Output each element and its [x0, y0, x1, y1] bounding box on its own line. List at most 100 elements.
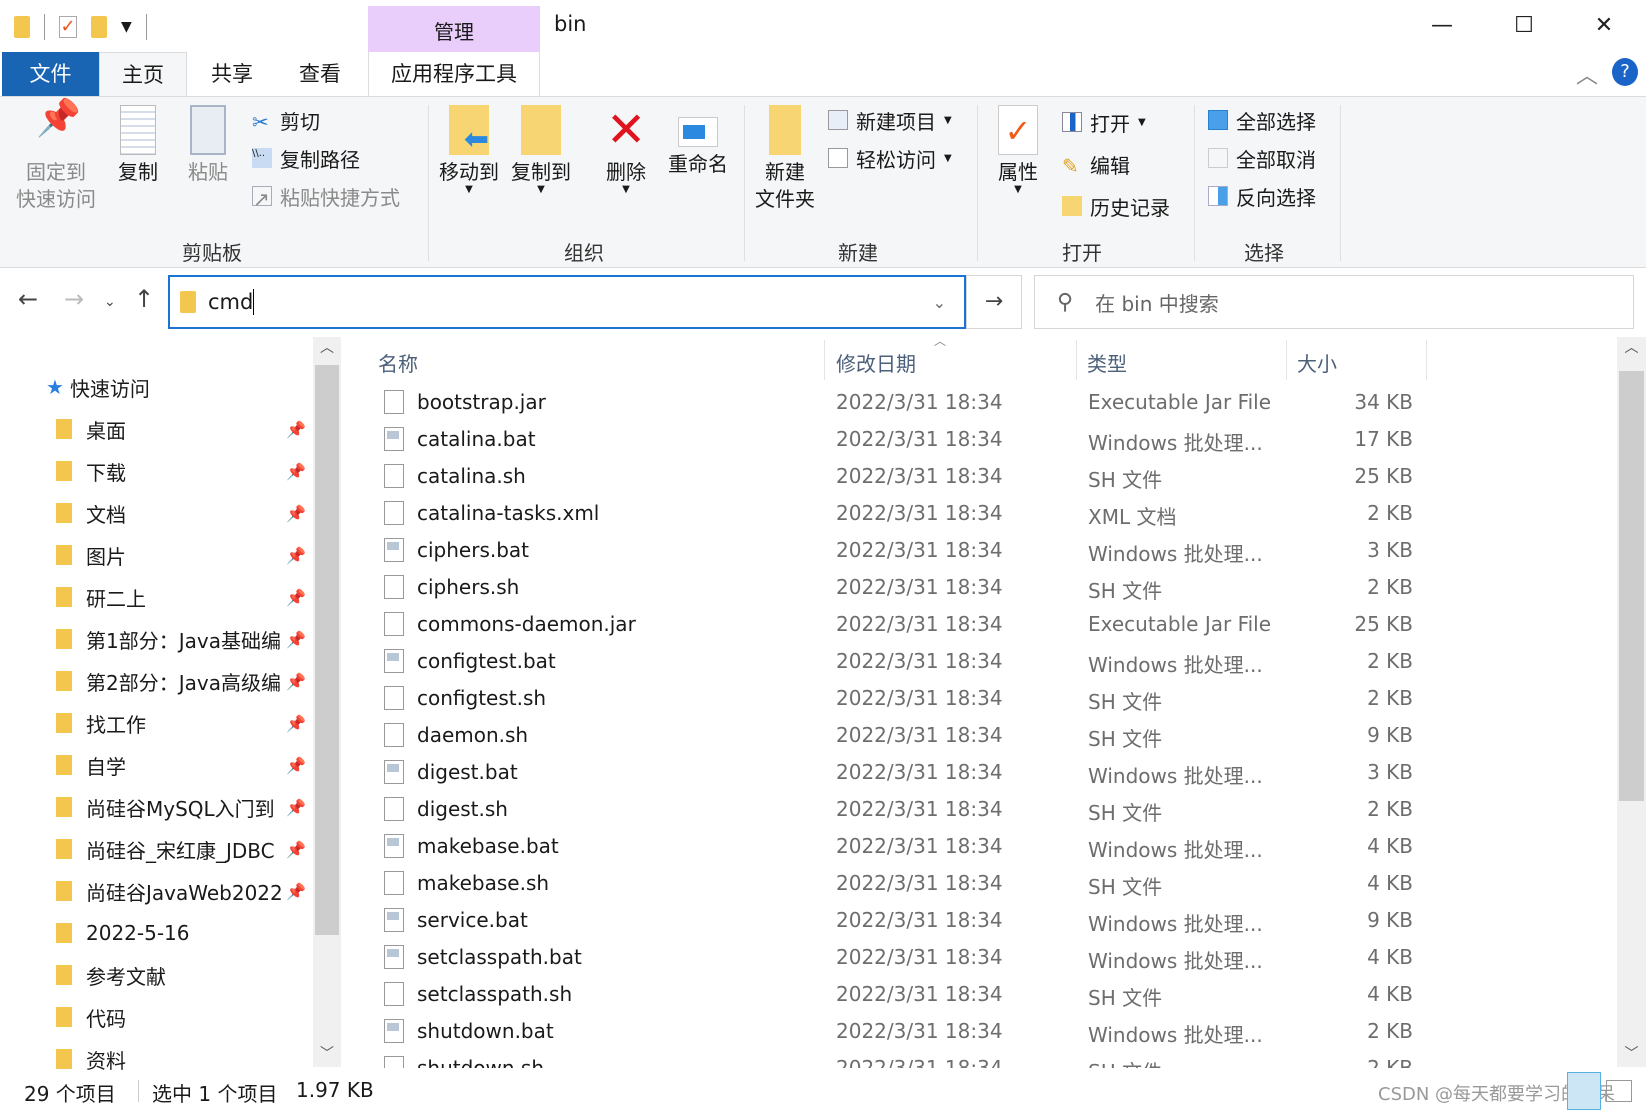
- pin-icon[interactable]: 📌: [286, 714, 306, 733]
- file-row[interactable]: makebase.bat 2022/3/31 18:34 Windows 批处理..…: [378, 828, 1458, 865]
- collapse-ribbon-icon[interactable]: ︿: [1576, 58, 1598, 90]
- column-type[interactable]: 类型: [1087, 348, 1127, 377]
- file-row[interactable]: shutdown.bat 2022/3/31 18:34 Windows 批处理..…: [378, 1013, 1458, 1050]
- pin-icon[interactable]: 📌: [286, 798, 306, 817]
- pin-icon[interactable]: 📌: [286, 420, 306, 439]
- close-button[interactable]: ✕: [1574, 6, 1634, 46]
- sidebar-item[interactable]: 图片 📌: [0, 535, 313, 575]
- address-bar[interactable]: cmd ⌄: [168, 275, 966, 329]
- column-size[interactable]: 大小: [1297, 348, 1337, 377]
- details-view-button[interactable]: [1567, 1072, 1601, 1110]
- file-row[interactable]: shutdown.sh 2022/3/31 18:34 SH 文件 2 KB: [378, 1050, 1458, 1068]
- tab-view[interactable]: 查看: [280, 52, 360, 96]
- sidebar-item[interactable]: 研二上 📌: [0, 577, 313, 617]
- pin-quick-access-button[interactable]: 📌 固定到 快速访问: [8, 97, 104, 213]
- sidebar-item[interactable]: 尚硅谷_宋红康_JDBC 📌: [0, 829, 313, 869]
- sidebar-item[interactable]: 下载 📌: [0, 451, 313, 491]
- tab-file[interactable]: 文件: [2, 52, 99, 96]
- help-icon[interactable]: ?: [1612, 58, 1638, 86]
- sidebar-scrollbar[interactable]: ︿ ﹀: [313, 337, 341, 1067]
- sidebar-item[interactable]: 代码: [0, 997, 313, 1037]
- file-list-scroll-thumb[interactable]: [1619, 371, 1644, 801]
- sidebar-item[interactable]: 尚硅谷MySQL入门到 📌: [0, 787, 313, 827]
- file-row[interactable]: service.bat 2022/3/31 18:34 Windows 批处理...…: [378, 902, 1458, 939]
- large-icons-view-button[interactable]: [1606, 1080, 1632, 1102]
- sidebar-item[interactable]: 找工作 📌: [0, 703, 313, 743]
- sidebar-item[interactable]: 第2部分：Java高级编 📌: [0, 661, 313, 701]
- easy-access-button[interactable]: 轻松访问 ▼: [828, 141, 952, 175]
- sidebar-item[interactable]: 2022-5-16: [0, 913, 313, 953]
- file-row[interactable]: ciphers.sh 2022/3/31 18:34 SH 文件 2 KB: [378, 569, 1458, 606]
- history-button[interactable]: 历史记录: [1062, 189, 1170, 223]
- tab-home[interactable]: 主页: [99, 52, 187, 97]
- sidebar-item[interactable]: ★ 快速访问: [0, 367, 313, 407]
- file-row[interactable]: catalina.bat 2022/3/31 18:34 Windows 批处理..…: [378, 421, 1458, 458]
- cut-button[interactable]: ✂ 剪切: [252, 103, 320, 137]
- file-row[interactable]: configtest.bat 2022/3/31 18:34 Windows 批处理…: [378, 643, 1458, 680]
- open-button[interactable]: 打开 ▼: [1062, 105, 1146, 139]
- file-row[interactable]: makebase.sh 2022/3/31 18:34 SH 文件 4 KB: [378, 865, 1458, 902]
- sidebar-item[interactable]: 自学 📌: [0, 745, 313, 785]
- properties-icon[interactable]: ✓: [59, 16, 77, 38]
- column-date[interactable]: 修改日期: [836, 348, 916, 377]
- paste-shortcut-button[interactable]: ↗ 粘贴快捷方式: [252, 179, 400, 213]
- copy-to-button[interactable]: 复制到 ▼: [506, 97, 576, 195]
- sidebar-item[interactable]: 文档 📌: [0, 493, 313, 533]
- maximize-button[interactable]: ☐: [1494, 6, 1554, 46]
- rename-button[interactable]: 重命名: [664, 97, 732, 178]
- invert-selection-button[interactable]: 反向选择: [1208, 179, 1316, 213]
- scroll-down-icon[interactable]: ﹀: [1617, 1043, 1646, 1063]
- pin-icon[interactable]: 📌: [286, 840, 306, 859]
- sidebar-item[interactable]: 第1部分：Java基础编 📌: [0, 619, 313, 659]
- edit-button[interactable]: ✎ 编辑: [1062, 147, 1130, 181]
- select-all-button[interactable]: 全部选择: [1208, 103, 1316, 137]
- properties-button[interactable]: ✓ 属性 ▼: [990, 97, 1046, 195]
- minimize-button[interactable]: —: [1412, 6, 1472, 46]
- file-row[interactable]: commons-daemon.jar 2022/3/31 18:34 Executa…: [378, 606, 1458, 643]
- file-row[interactable]: catalina-tasks.xml 2022/3/31 18:34 XML 文档 2…: [378, 495, 1458, 532]
- new-item-button[interactable]: 新建项目 ▼: [828, 103, 952, 137]
- new-folder-icon[interactable]: [91, 16, 107, 38]
- scroll-up-icon[interactable]: ︿: [313, 337, 341, 357]
- file-row[interactable]: daemon.sh 2022/3/31 18:34 SH 文件 9 KB: [378, 717, 1458, 754]
- pin-icon[interactable]: 📌: [286, 462, 306, 481]
- file-row[interactable]: ciphers.bat 2022/3/31 18:34 Windows 批处理...…: [378, 532, 1458, 569]
- scroll-up-icon[interactable]: ︿: [1617, 337, 1646, 357]
- paste-button[interactable]: 粘贴: [180, 97, 236, 186]
- address-input[interactable]: cmd: [208, 290, 253, 314]
- up-button[interactable]: ↑: [134, 285, 154, 313]
- pin-icon[interactable]: 📌: [286, 588, 306, 607]
- address-dropdown-icon[interactable]: ⌄: [933, 293, 946, 312]
- move-to-button[interactable]: ⬅ 移动到 ▼: [434, 97, 504, 195]
- pin-icon[interactable]: 📌: [286, 756, 306, 775]
- sidebar-item[interactable]: 桌面 📌: [0, 409, 313, 449]
- search-input[interactable]: 在 bin 中搜索: [1095, 288, 1219, 317]
- customize-dropdown-icon[interactable]: ▼: [121, 19, 132, 35]
- file-row[interactable]: digest.bat 2022/3/31 18:34 Windows 批处理... 3…: [378, 754, 1458, 791]
- sidebar-scroll-thumb[interactable]: [315, 365, 339, 935]
- back-button[interactable]: ←: [18, 285, 38, 313]
- pin-icon[interactable]: 📌: [286, 672, 306, 691]
- new-folder-button[interactable]: 新建 文件夹: [750, 97, 820, 213]
- file-list-scrollbar[interactable]: ︿ ﹀: [1617, 337, 1646, 1067]
- copy-button[interactable]: 复制: [110, 97, 166, 186]
- file-row[interactable]: setclasspath.bat 2022/3/31 18:34 Windows 批…: [378, 939, 1458, 976]
- sidebar-item[interactable]: 参考文献: [0, 955, 313, 995]
- sidebar-item[interactable]: 尚硅谷JavaWeb2022 📌: [0, 871, 313, 911]
- copy-path-button[interactable]: \\.. 复制路径: [252, 141, 360, 175]
- file-row[interactable]: bootstrap.jar 2022/3/31 18:34 Executable J…: [378, 384, 1458, 421]
- column-name[interactable]: 名称: [378, 348, 418, 377]
- pin-icon[interactable]: 📌: [286, 504, 306, 523]
- select-none-button[interactable]: 全部取消: [1208, 141, 1316, 175]
- forward-button[interactable]: →: [64, 285, 84, 313]
- file-row[interactable]: digest.sh 2022/3/31 18:34 SH 文件 2 KB: [378, 791, 1458, 828]
- pin-icon[interactable]: 📌: [286, 546, 306, 565]
- scroll-down-icon[interactable]: ﹀: [313, 1043, 341, 1063]
- pin-icon[interactable]: 📌: [286, 630, 306, 649]
- go-button[interactable]: →: [966, 275, 1022, 329]
- search-box[interactable]: ⚲ 在 bin 中搜索: [1034, 275, 1634, 329]
- delete-button[interactable]: ✕ 删除 ▼: [598, 97, 654, 195]
- file-row[interactable]: catalina.sh 2022/3/31 18:34 SH 文件 25 KB: [378, 458, 1458, 495]
- pin-icon[interactable]: 📌: [286, 882, 306, 901]
- file-row[interactable]: setclasspath.sh 2022/3/31 18:34 SH 文件 4 KB: [378, 976, 1458, 1013]
